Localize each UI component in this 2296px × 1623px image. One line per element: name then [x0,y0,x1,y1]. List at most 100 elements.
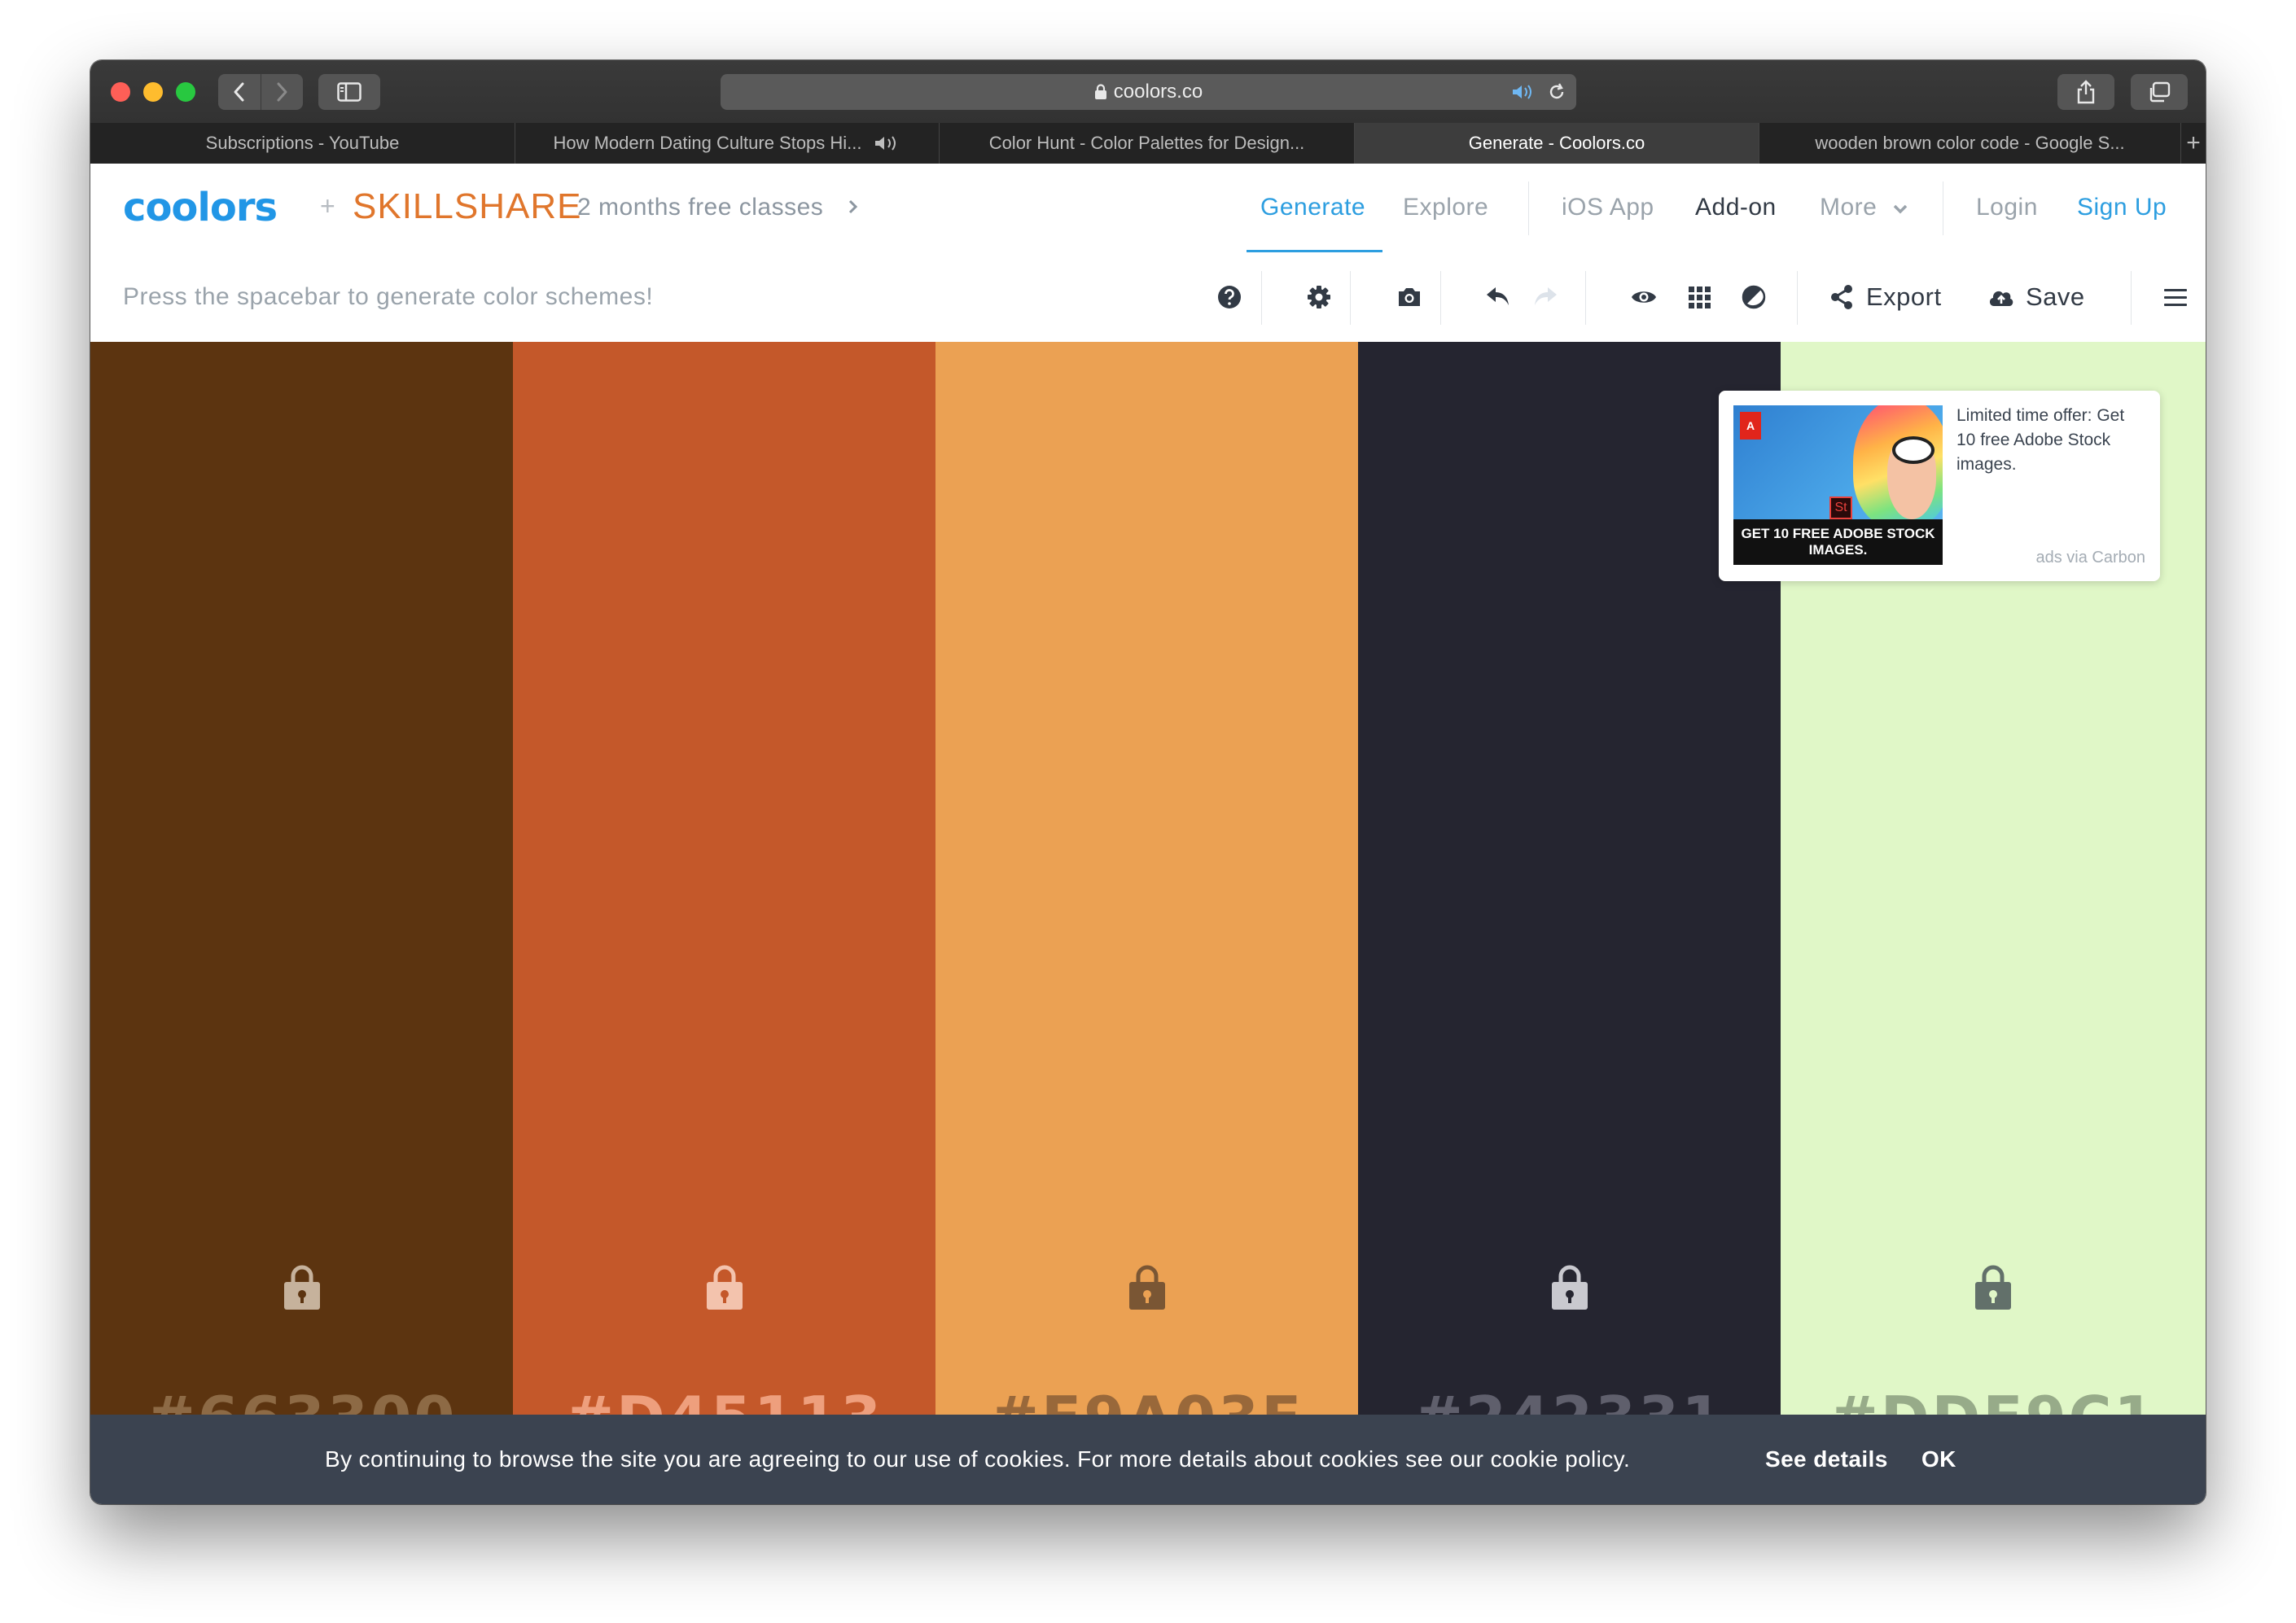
forward-button[interactable] [260,74,304,110]
tab-title: wooden brown color code - Google S... [1815,133,2125,153]
tab-google-search[interactable]: wooden brown color code - Google S... [1759,123,2181,164]
tabs-icon [2149,81,2171,103]
speaker-icon[interactable] [1511,83,1537,101]
logo-plus: + [320,191,335,221]
save-button[interactable]: Save [2026,282,2085,312]
share-icon [2077,80,2095,104]
main-menu-button[interactable] [2161,282,2190,312]
lock-toggle-icon[interactable] [705,1264,744,1311]
browser-toolbar: coolors.co [90,60,2206,124]
tab-youtube[interactable]: Subscriptions - YouTube [90,123,515,164]
ad-art [1892,436,1935,464]
adobe-stock-logo: St [1829,497,1852,519]
color-swatch[interactable]: #D45113 [513,342,935,1452]
tab-overview-button[interactable] [2131,74,2188,110]
nav-ios-app[interactable]: iOS App [1562,194,1654,221]
active-nav-indicator [1247,250,1382,252]
tab-color-hunt[interactable]: Color Hunt - Color Palettes for Design..… [940,123,1355,164]
color-swatch[interactable]: #F9A03F [935,342,1358,1452]
help-button[interactable] [1215,282,1244,312]
new-tab-button[interactable]: + [2181,123,2206,164]
lock-toggle-icon[interactable] [1550,1264,1589,1311]
lock-icon [1094,84,1106,99]
nav-explore[interactable]: Explore [1403,194,1488,221]
cookie-see-details-link[interactable]: See details [1765,1446,1888,1472]
save-icon-button[interactable] [1987,282,2016,312]
menu-icon [2164,289,2187,306]
grid-button[interactable] [1685,282,1714,312]
eye-icon [1632,291,1656,303]
skillshare-logo[interactable]: SKILLSHARE [353,186,581,227]
color-swatch[interactable]: #242331 [1358,342,1781,1452]
history-nav [218,74,303,110]
zoom-window-button[interactable] [176,82,195,102]
ad-image[interactable]: A St GET 10 FREE ADOBE STOCK IMAGES. [1733,405,1943,565]
minimize-window-button[interactable] [143,82,163,102]
nav-signup[interactable]: Sign Up [2077,194,2167,221]
contrast-icon [1742,285,1766,309]
share-nodes-icon [1831,285,1852,309]
redo-button[interactable] [1531,282,1560,312]
spacebar-hint: Press the spacebar to generate color sch… [123,283,654,310]
lock-toggle-icon[interactable] [1128,1264,1167,1311]
promo-link[interactable]: 2 months free classes [577,194,823,221]
audio-playing-icon[interactable] [874,134,901,152]
undo-icon [1487,287,1509,305]
redo-icon [1535,287,1557,305]
tab-bar: Subscriptions - YouTube How Modern Datin… [90,123,2206,164]
back-button[interactable] [218,74,261,110]
generator-toolbar: Press the spacebar to generate color sch… [90,253,2206,343]
coolors-logo[interactable]: coolors [123,185,278,230]
export-button[interactable]: Export [1866,282,1942,312]
settings-icon [1308,286,1330,308]
lock-toggle-icon[interactable] [1974,1264,2013,1311]
address-bar[interactable]: coolors.co [721,74,1576,110]
nav-divider [1528,182,1529,235]
sidebar-icon [337,82,361,102]
chevron-right-icon [848,199,858,214]
ad-text[interactable]: Limited time offer: Get 10 free Adobe St… [1956,404,2144,477]
nav-login[interactable]: Login [1976,194,2038,221]
nav-more[interactable]: More [1820,194,1908,221]
toolbar-divider [1350,271,1351,325]
tab-title: Subscriptions - YouTube [205,133,400,153]
tab-coolors-generate[interactable]: Generate - Coolors.co [1355,123,1759,164]
browser-window: coolors.co Subscriptions - YouTube How M… [90,60,2206,1504]
cookie-banner: By continuing to browse the site you are… [90,1415,2206,1504]
close-window-button[interactable] [111,82,130,102]
tab-title: Generate - Coolors.co [1468,133,1645,153]
reload-icon[interactable] [1547,82,1566,102]
camera-button[interactable] [1395,282,1424,312]
chevron-down-icon [1893,204,1908,214]
ad-attribution[interactable]: ads via Carbon [2035,549,2145,567]
help-icon [1218,286,1241,308]
cloud-upload-icon [1989,291,2013,306]
settings-button[interactable] [1304,282,1334,312]
sidebar-toggle-button[interactable] [318,74,380,110]
adobe-logo: A [1740,412,1761,440]
toolbar-divider [1797,271,1798,325]
url-text: coolors.co [1113,81,1203,103]
cookie-ok-button[interactable]: OK [1921,1446,1956,1472]
share-page-button[interactable] [2057,74,2114,110]
toolbar-divider [2131,271,2132,325]
view-button[interactable] [1629,282,1658,312]
toolbar-divider [1261,271,1262,325]
color-swatch[interactable]: #663300 [90,342,513,1452]
nav-generate[interactable]: Generate [1260,194,1365,221]
export-icon-button[interactable] [1828,282,1857,312]
tab-dating-video[interactable]: How Modern Dating Culture Stops Hi... [515,123,940,164]
toolbar-divider [1585,271,1586,325]
lock-toggle-icon[interactable] [283,1264,322,1311]
carbon-ad[interactable]: A St GET 10 FREE ADOBE STOCK IMAGES. Lim… [1719,391,2160,581]
nav-addon[interactable]: Add-on [1695,194,1777,221]
camera-icon [1399,288,1420,306]
grid-icon [1689,287,1711,308]
nav-more-label: More [1820,194,1878,221]
adjust-button[interactable] [1739,282,1768,312]
undo-button[interactable] [1483,282,1513,312]
tab-title: Color Hunt - Color Palettes for Design..… [988,133,1305,153]
cookie-message: By continuing to browse the site you are… [325,1446,1631,1472]
tab-title: How Modern Dating Culture Stops Hi... [553,133,862,153]
site-header: coolors + SKILLSHARE 2 months free class… [90,164,2206,254]
